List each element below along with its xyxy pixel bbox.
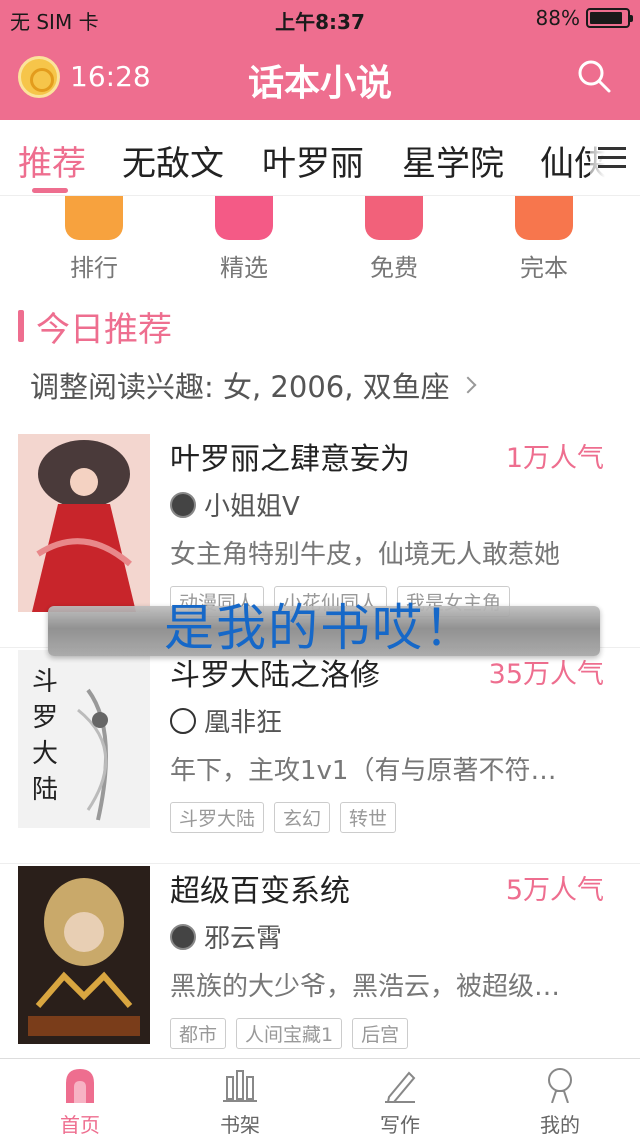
app-title: 话本小说 (247, 63, 392, 104)
menu-icon[interactable] (590, 120, 640, 195)
book-cover[interactable] (18, 866, 150, 1044)
category-featured[interactable]: 精选 (194, 196, 294, 283)
battery-icon (586, 8, 633, 28)
book-tags: 都市 人间宝藏1 后宫 (170, 1018, 409, 1049)
section-header: 今日推荐 (18, 304, 172, 350)
author-avatar (170, 707, 196, 734)
nav-label: 我的 (540, 1113, 580, 1137)
book-cover[interactable]: 斗 罗 大 陆 (18, 650, 150, 828)
profile-icon (548, 1068, 572, 1104)
book-author: 小姐姐V (170, 486, 300, 523)
category-free[interactable]: 免费 (344, 196, 444, 283)
home-icon (66, 1069, 94, 1103)
book-description: 女主角特别牛皮，仙境无人敢惹她 (170, 540, 561, 570)
book-title: 叶罗丽之肆意妄为 (170, 442, 410, 477)
tab-yeluoli[interactable]: 叶罗丽 (262, 136, 364, 185)
svg-text:罗: 罗 (32, 703, 58, 733)
category-label: 排行 (70, 254, 118, 282)
book-tag[interactable]: 人间宝藏1 (236, 1018, 343, 1049)
author-avatar (170, 923, 196, 950)
active-tab-indicator (32, 188, 68, 193)
category-completed[interactable]: 完本 (494, 196, 594, 283)
bookshelf-icon (223, 1070, 257, 1102)
nav-home[interactable]: 首页 (40, 1067, 120, 1138)
svg-text:斗: 斗 (32, 667, 58, 697)
book-tag[interactable]: 都市 (170, 1018, 227, 1049)
book-popularity: 5万人气 (505, 875, 604, 906)
tab-recommend[interactable]: 推荐 (18, 136, 86, 185)
nav-bookshelf[interactable]: 书架 (200, 1067, 280, 1138)
trophy-icon (65, 196, 123, 240)
book-item[interactable]: 斗 罗 大 陆 斗罗大陆之洛修 35万人气 凰非狂 年下，主攻1v1（有与原著不… (0, 650, 640, 864)
category-tabs: 推荐 无敌文 叶罗丽 星学院 仙侠 (0, 120, 640, 196)
author-name: 凰非狂 (204, 708, 283, 738)
category-ranking[interactable]: 排行 (44, 196, 144, 283)
section-title: 今日推荐 (36, 309, 172, 350)
status-right: 88% (535, 6, 633, 30)
book-author: 邪云霄 (170, 918, 282, 955)
book-tag[interactable]: 后宫 (352, 1018, 409, 1049)
book-author: 凰非狂 (170, 702, 282, 739)
book-title: 超级百变系统 (170, 874, 350, 909)
book-tag[interactable]: 转世 (340, 802, 397, 833)
svg-text:陆: 陆 (32, 775, 58, 805)
status-bar: 无 SIM 卡 上午8:37 88% (0, 0, 640, 36)
tab-invincible[interactable]: 无敌文 (122, 136, 224, 185)
adjust-interest-link[interactable]: 调整阅读兴趣: 女, 2006, 双鱼座 (30, 364, 477, 406)
chevron-right-icon (459, 376, 477, 394)
book-tag[interactable]: 玄幻 (274, 802, 331, 833)
interest-text: 调整阅读兴趣: 女, 2006, 双鱼座 (30, 370, 450, 404)
book-description: 年下，主攻1v1（有与原著不符… (170, 756, 557, 786)
section-marker (18, 310, 24, 342)
checkmark-icon (515, 196, 573, 240)
nav-label: 写作 (380, 1113, 420, 1137)
nav-write[interactable]: 写作 (360, 1067, 440, 1138)
nav-profile[interactable]: 我的 (520, 1067, 600, 1138)
category-shortcuts: 排行 精选 免费 完本 (0, 196, 640, 286)
battery-percent: 88% (535, 6, 580, 30)
book-tag[interactable]: 斗罗大陆 (170, 802, 265, 833)
search-icon[interactable] (576, 58, 612, 94)
toast-message: 是我的书哎！ (164, 599, 476, 657)
star-icon (215, 196, 273, 240)
pen-icon (385, 1071, 416, 1103)
nav-label: 书架 (220, 1113, 260, 1137)
bottom-navigation: 首页 书架 写作 我的 (0, 1058, 640, 1139)
book-cover[interactable] (18, 434, 150, 612)
nav-label: 首页 (60, 1113, 100, 1137)
book-description: 黑族的大少爷，黑浩云，被超级… (170, 972, 561, 1002)
author-name: 邪云霄 (204, 924, 283, 954)
tab-star-academy[interactable]: 星学院 (402, 136, 504, 185)
book-popularity: 1万人气 (505, 443, 604, 474)
svg-text:大: 大 (32, 739, 58, 769)
category-label: 免费 (370, 254, 418, 282)
book-item[interactable]: 超级百变系统 5万人气 邪云霄 黑族的大少爷，黑浩云，被超级… 都市 人间宝藏1… (0, 866, 640, 1056)
author-avatar (170, 491, 196, 518)
book-tags: 斗罗大陆 玄幻 转世 (170, 802, 397, 833)
free-tag-icon (365, 196, 423, 240)
app-header: 16:28 话本小说 (0, 40, 640, 116)
category-label: 精选 (220, 254, 268, 282)
category-label: 完本 (520, 254, 568, 282)
author-name: 小姐姐V (204, 492, 300, 522)
